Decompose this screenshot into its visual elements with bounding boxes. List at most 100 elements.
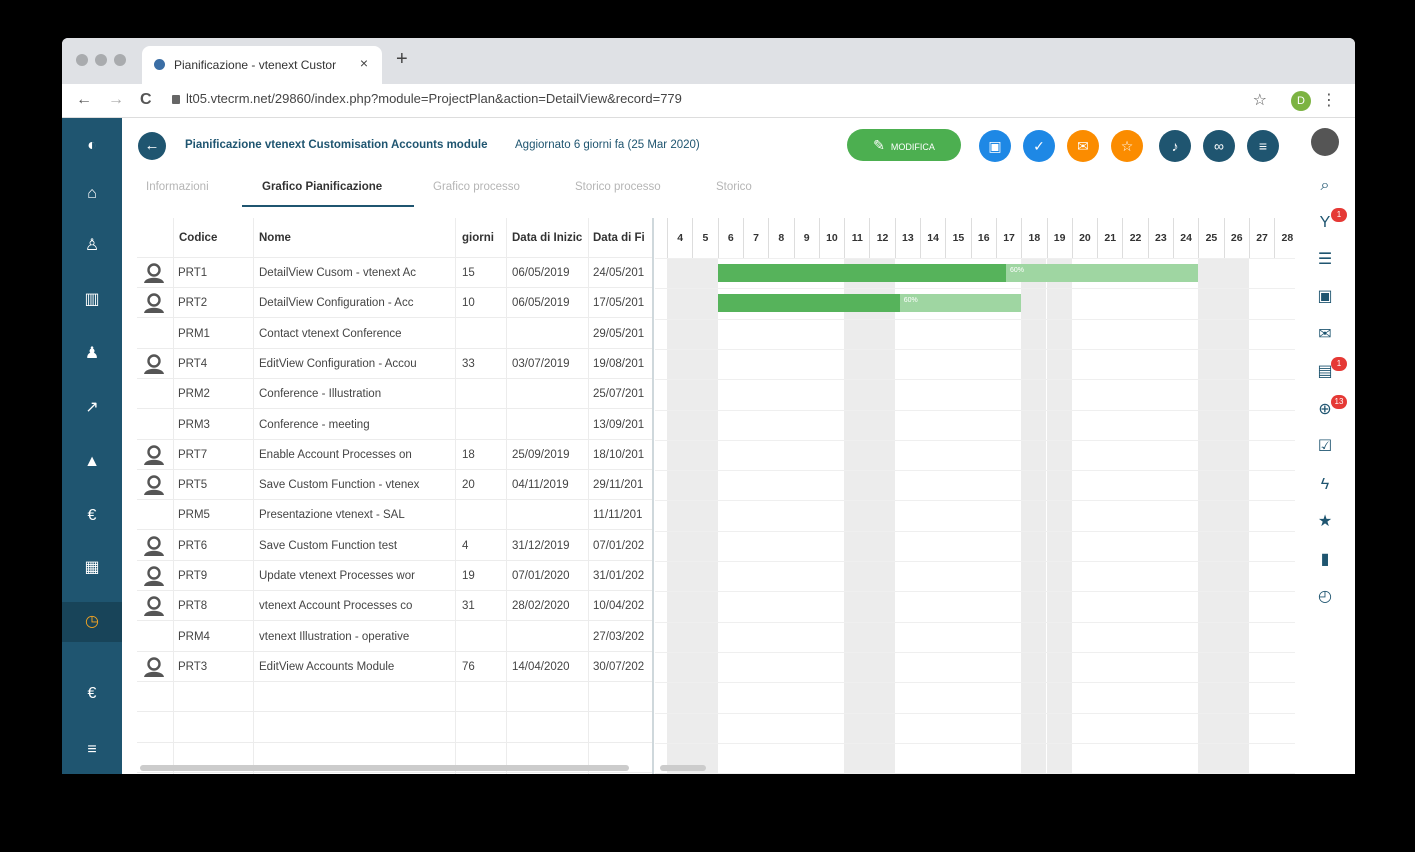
table-row[interactable]: PRT2 DetailView Configuration - Acc 10 06/0… [137, 288, 653, 319]
globe-nav-item[interactable]: ⊕ 13 [1295, 395, 1355, 425]
list-icon: ☰ [1317, 251, 1333, 268]
table-row[interactable]: PRT6 Save Custom Function test 4 31/12/2019… [137, 531, 653, 561]
table-row[interactable]: PRM4 vtenext Illustration - operative 27/0… [137, 622, 653, 652]
grid-splitter[interactable] [652, 218, 654, 774]
table-row[interactable]: PRM3 Conference - meeting 13/09/201 [137, 410, 653, 440]
bell-button[interactable]: ♪ [1159, 130, 1191, 162]
window-minimize-dot[interactable] [95, 54, 107, 66]
cell-end: 17/05/201 [593, 297, 645, 310]
menu-icon[interactable]: ≡ [62, 730, 122, 770]
cell-days: 10 [462, 297, 475, 310]
document-nav-item[interactable]: ▮ [1295, 545, 1355, 575]
table-row[interactable]: PRM5 Presentazione vtenext - SAL 11/11/201 [137, 500, 653, 531]
star-nav-item[interactable]: ★ [1295, 507, 1355, 537]
alert-icon[interactable]: ▲ [62, 442, 122, 482]
notification-badge: 1 [1331, 357, 1347, 371]
bookmark-star-icon[interactable]: ☆ [1253, 90, 1267, 110]
cell-code: PRT7 [178, 448, 208, 461]
edit-button[interactable]: ✎ MODIFICA [847, 129, 961, 161]
window-close-dot[interactable] [76, 54, 88, 66]
list-nav-item[interactable]: ☰ [1295, 245, 1355, 275]
mail-nav-item[interactable]: ✉ [1295, 320, 1355, 350]
gantt-task-bar[interactable]: 60% [717, 294, 1022, 313]
profile-avatar[interactable]: D [1291, 91, 1311, 111]
table-row[interactable]: PRT4 EditView Configuration - Accou 33 03/0… [137, 349, 653, 379]
bolt-nav-item[interactable]: ϟ [1295, 470, 1355, 500]
table-row[interactable]: PRT3 EditView Accounts Module 76 14/04/2020… [137, 652, 653, 682]
mail-icon: ✉ [1077, 138, 1089, 154]
table-row[interactable]: PRT1 DetailView Cusom - vtenext Ac 15 06/05… [137, 258, 653, 288]
resource-person-icon [143, 475, 165, 496]
calendar-nav-item[interactable]: ▣ [1295, 282, 1355, 312]
column-header-codice[interactable]: Codice [179, 218, 217, 258]
filter-nav-item[interactable]: Y1 [1295, 208, 1355, 238]
new-tab-button[interactable]: + [396, 48, 408, 71]
gantt-day-header: 10 [818, 218, 844, 258]
gantt-horizontal-scrollbar[interactable] [660, 765, 706, 771]
table-row[interactable]: PRM1 Contact vtenext Conference 29/05/201 [137, 319, 653, 349]
back-arrow-icon[interactable]: ← [76, 91, 92, 109]
cell-name: DetailView Configuration - Acc [259, 297, 414, 310]
cell-code: PRT8 [178, 600, 208, 613]
star-button[interactable]: ☆ [1111, 130, 1143, 162]
filter-icon: Y [1319, 214, 1331, 231]
column-header-giorni[interactable]: giorni [462, 218, 494, 258]
cell-days [462, 319, 504, 349]
tab-grafico-processo[interactable]: Grafico processo [433, 181, 520, 193]
window-zoom-dot[interactable] [114, 54, 126, 66]
forward-arrow-icon[interactable]: → [108, 91, 124, 109]
search-nav-item[interactable]: ⌕ [1295, 171, 1355, 201]
resource-person-icon [143, 354, 165, 374]
tab-storico-processo[interactable]: Storico processo [575, 181, 661, 193]
euro-bottom-icon[interactable]: € [62, 674, 122, 714]
tab-grafico-pianificazione[interactable]: Grafico Pianificazione [262, 181, 382, 193]
task-nav-item[interactable]: ☑ [1295, 432, 1355, 462]
gantt-task-bar[interactable]: 60% [717, 264, 1199, 282]
bell-icon: ♪ [1171, 138, 1179, 154]
grid-horizontal-scrollbar[interactable] [140, 765, 629, 771]
url-field[interactable]: lt05.vtecrm.net/29860/index.php?module=P… [172, 91, 682, 106]
cell-name: Save Custom Function - vtenex [259, 479, 420, 492]
timer-nav-item[interactable]: ◴ [1295, 582, 1355, 612]
back-button[interactable]: ← [138, 132, 166, 160]
url-text: lt05.vtecrm.net/29860/index.php?module=P… [186, 91, 682, 106]
chat-nav-item[interactable]: ▤ 1 [1295, 357, 1355, 387]
browser-tab[interactable]: Pianificazione - vtenext Custor × [142, 46, 382, 84]
cell-name: Enable Account Processes on [259, 448, 412, 461]
accounts-icon[interactable]: ▥ [62, 280, 122, 320]
table-row[interactable]: PRM2 Conference - Illustration 25/07/201 [137, 379, 653, 410]
mail-button[interactable]: ✉ [1067, 130, 1099, 162]
calendar-button[interactable]: ▣ [979, 130, 1011, 162]
tab-storico[interactable]: Storico [716, 181, 752, 193]
column-header-data-fine[interactable]: Data di Fi [593, 218, 651, 258]
user-icon[interactable]: ♟ [62, 334, 122, 374]
list-button[interactable]: ≡ [1247, 130, 1279, 162]
gantt-chart: 4 5 6 7 8 9 10 11 12 13 14 15 16 17 18 19 20 21 22 23 24 25 26… [655, 218, 1295, 774]
gantt-day-header: 26 [1223, 218, 1249, 258]
euro-icon[interactable]: € [62, 496, 122, 536]
tab-informazioni[interactable]: Informazioni [146, 181, 209, 193]
chart-icon[interactable]: ↗ [62, 388, 122, 428]
table-row[interactable]: PRT5 Save Custom Function - vtenex 20 04/11… [137, 470, 653, 501]
table-row[interactable]: PRT7 Enable Account Processes on 18 25/09/2… [137, 440, 653, 470]
cell-end: 19/08/201 [593, 357, 645, 370]
weekend-column [692, 258, 718, 774]
cell-days [462, 500, 504, 530]
browser-menu-icon[interactable]: ⋮ [1321, 90, 1337, 110]
table-row[interactable]: PRT8 vtenext Account Processes co 31 28/02/… [137, 591, 653, 622]
contacts-icon[interactable]: ♙ [62, 226, 122, 266]
column-header-data-inizio[interactable]: Data di Inizic [512, 218, 588, 258]
browser-tab-title: Pianificazione - vtenext Custor [174, 58, 337, 72]
cell-code: PRM5 [178, 509, 210, 522]
link-button[interactable]: ∞ [1203, 130, 1235, 162]
task-button[interactable]: ✓ [1023, 130, 1055, 162]
user-avatar[interactable] [1311, 128, 1339, 156]
table-row[interactable]: PRT9 Update vtenext Processes wor 19 07/01/… [137, 561, 653, 591]
home-icon[interactable]: ⌂ [62, 174, 122, 214]
table-icon[interactable]: ▦ [62, 548, 122, 588]
logo-icon[interactable]: ◐ [62, 126, 122, 166]
column-header-nome[interactable]: Nome [259, 218, 291, 258]
tab-close-icon[interactable]: × [360, 55, 368, 71]
clock-icon[interactable]: ◷ [62, 602, 122, 642]
reload-icon[interactable]: C [140, 91, 152, 109]
